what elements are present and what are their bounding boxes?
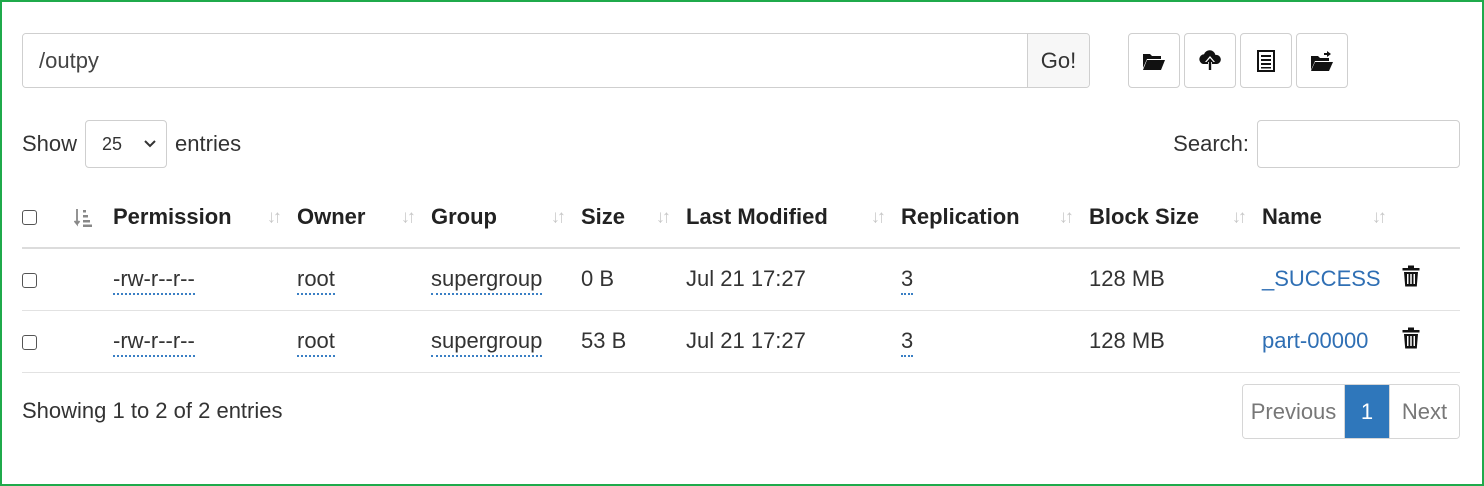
size-cell: 53 B — [581, 310, 686, 373]
column-label: Replication — [901, 203, 1020, 229]
group-value[interactable]: supergroup — [431, 328, 543, 357]
sort-icon: ↓↑ — [871, 206, 886, 226]
last-modified-cell: Jul 21 17:27 — [686, 310, 901, 373]
chevron-down-icon — [144, 140, 156, 148]
empty-cell — [60, 310, 113, 373]
actions-cell — [1402, 310, 1460, 373]
name-cell: _SUCCESS — [1262, 248, 1402, 311]
show-label: Show — [22, 131, 78, 156]
path-bar: Go! — [22, 33, 1090, 88]
column-label: Block Size — [1089, 203, 1200, 229]
replication-value[interactable]: 3 — [901, 328, 914, 357]
name-cell: part-00000 — [1262, 310, 1402, 373]
list-icon — [1257, 49, 1275, 72]
owner-cell: root — [297, 310, 431, 373]
list-button[interactable] — [1240, 33, 1292, 88]
upload-button[interactable] — [1184, 33, 1236, 88]
column-header-name[interactable]: Name ↓↑ — [1262, 186, 1402, 249]
column-label: Permission — [113, 203, 232, 229]
empty-cell — [60, 248, 113, 311]
table-info: Showing 1 to 2 of 2 entries — [22, 398, 283, 423]
length-control: Show 25 entries — [22, 120, 241, 168]
group-cell: supergroup — [431, 248, 581, 311]
select-all-checkbox[interactable] — [22, 210, 37, 226]
sort-icon: ↓↑ — [267, 206, 282, 226]
file-name-link[interactable]: part-00000 — [1262, 328, 1368, 353]
table-header-row: Permission ↓↑ Owner ↓↑ Group ↓↑ Size ↓↑ Last… — [22, 186, 1460, 249]
next-button[interactable]: Next — [1389, 385, 1459, 438]
column-header-replication[interactable]: Replication ↓↑ — [901, 186, 1089, 249]
export-button[interactable] — [1296, 33, 1348, 88]
search-control: Search: — [1173, 120, 1460, 168]
sort-amount-desc-icon — [73, 208, 92, 227]
table-row: -rw-r--r-- root supergroup 53 B Jul 21 1… — [22, 310, 1460, 373]
row-checkbox[interactable] — [22, 334, 37, 350]
column-header-owner[interactable]: Owner ↓↑ — [297, 186, 431, 249]
select-all-header — [22, 186, 60, 249]
trash-icon[interactable] — [1402, 265, 1420, 287]
cloud-upload-icon — [1199, 49, 1221, 70]
owner-value[interactable]: root — [297, 266, 335, 296]
pagination: Previous 1 Next — [1242, 384, 1460, 439]
sort-icon: ↓↑ — [1232, 206, 1247, 226]
permission-cell: -rw-r--r-- — [113, 310, 297, 373]
folder-export-icon — [1311, 50, 1333, 71]
actions-cell — [1402, 248, 1460, 311]
column-label: Size — [581, 203, 626, 229]
last-modified-cell: Jul 21 17:27 — [686, 248, 901, 311]
group-value[interactable]: supergroup — [431, 266, 543, 296]
go-button[interactable]: Go! — [1027, 34, 1089, 87]
permission-value[interactable]: -rw-r--r-- — [113, 266, 195, 296]
group-cell: supergroup — [431, 310, 581, 373]
search-label: Search: — [1173, 131, 1249, 156]
column-label: Owner — [297, 203, 366, 229]
block-size-cell: 128 MB — [1089, 310, 1262, 373]
sort-icon: ↓↑ — [1059, 206, 1074, 226]
sort-icon: ↓↑ — [656, 206, 671, 226]
column-header-permission[interactable]: Permission ↓↑ — [113, 186, 297, 249]
path-input[interactable] — [23, 34, 1027, 87]
owner-cell: root — [297, 248, 431, 311]
create-directory-button[interactable] — [1128, 33, 1180, 88]
column-header-size[interactable]: Size ↓↑ — [581, 186, 686, 249]
sort-icon: ↓↑ — [1372, 206, 1387, 226]
previous-button[interactable]: Previous — [1243, 385, 1345, 438]
actions-header — [1402, 186, 1460, 249]
block-size-cell: 128 MB — [1089, 248, 1262, 311]
sort-icon: ↓↑ — [401, 206, 416, 226]
column-header-last-modified[interactable]: Last Modified ↓↑ — [686, 186, 901, 249]
trash-icon[interactable] — [1402, 327, 1420, 349]
replication-cell: 3 — [901, 248, 1089, 311]
permission-value[interactable]: -rw-r--r-- — [113, 328, 195, 357]
folder-open-icon — [1143, 53, 1165, 70]
replication-cell: 3 — [901, 310, 1089, 373]
row-select-cell — [22, 310, 60, 373]
search-input[interactable] — [1257, 120, 1460, 168]
row-select-cell — [22, 248, 60, 311]
size-cell: 0 B — [581, 248, 686, 311]
entries-select-value: 25 — [102, 133, 123, 154]
entries-select[interactable]: 25 — [85, 120, 168, 168]
page-1-button[interactable]: 1 — [1345, 385, 1389, 438]
column-header-block-size[interactable]: Block Size ↓↑ — [1089, 186, 1262, 249]
owner-value[interactable]: root — [297, 328, 335, 357]
permission-cell: -rw-r--r-- — [113, 248, 297, 311]
column-label: Name — [1262, 203, 1322, 229]
replication-value[interactable]: 3 — [901, 266, 914, 296]
file-table: Permission ↓↑ Owner ↓↑ Group ↓↑ Size ↓↑ Last… — [22, 186, 1460, 373]
column-header-group[interactable]: Group ↓↑ — [431, 186, 581, 249]
sort-header[interactable] — [60, 186, 113, 249]
column-label: Group — [431, 203, 497, 229]
entries-label: entries — [175, 131, 242, 156]
table-row: -rw-r--r-- root supergroup 0 B Jul 21 17… — [22, 248, 1460, 311]
sort-icon: ↓↑ — [551, 206, 566, 226]
file-name-link[interactable]: _SUCCESS — [1262, 266, 1381, 291]
row-checkbox[interactable] — [22, 272, 37, 288]
column-label: Last Modified — [686, 203, 828, 229]
